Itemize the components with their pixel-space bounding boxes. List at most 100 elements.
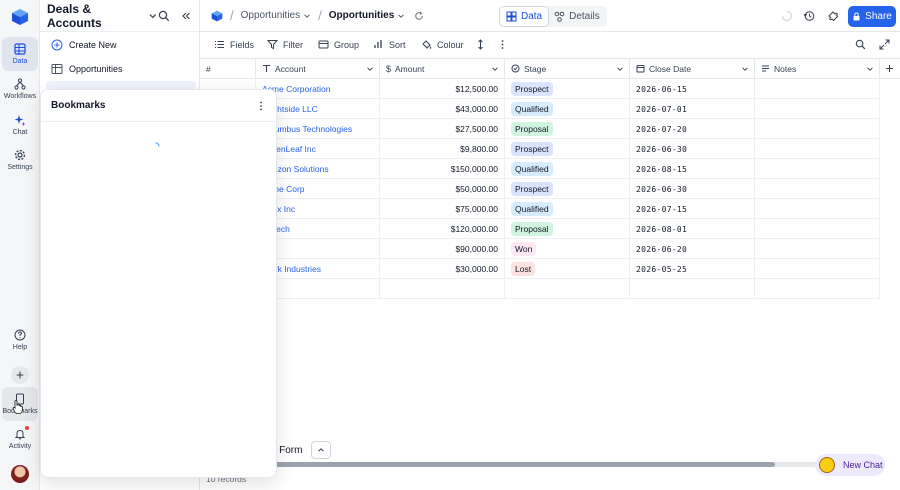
table-row[interactable]: GreenLeaf Inc $9,800.00 Prospect 2026-06-30 — [200, 139, 880, 159]
view-tab-form[interactable]: - Form — [273, 440, 302, 460]
table-row[interactable]: Acme Corporation $12,500.00 Prospect 2026-0… — [200, 79, 880, 99]
chevron-down-icon[interactable] — [616, 65, 624, 73]
table-cell-stage[interactable] — [505, 279, 630, 299]
table-cell-amount[interactable]: $75,000.00 — [380, 199, 505, 219]
table-cell-date[interactable]: 2026-06-30 — [630, 179, 755, 199]
expand-button[interactable] — [879, 39, 895, 50]
table-cell-stage[interactable]: Prospect — [505, 179, 630, 199]
table-row[interactable]: Columbus Technologies $27,500.00 Proposal 2… — [200, 119, 880, 139]
search-icon[interactable] — [158, 10, 170, 22]
table-cell-date[interactable]: 2026-05-25 — [630, 259, 755, 279]
table-cell-notes[interactable] — [755, 159, 880, 179]
table-cell-notes[interactable] — [755, 279, 880, 299]
column-header-stage[interactable]: Stage — [505, 59, 630, 79]
table-row[interactable]: Acme Corp $50,000.00 Prospect 2026-06-30 — [200, 179, 880, 199]
sort-button[interactable]: Sort — [373, 39, 406, 50]
table-cell-notes[interactable] — [755, 99, 880, 119]
table-cell-stage[interactable]: Qualified — [505, 159, 630, 179]
tab-details[interactable]: Details — [548, 7, 606, 26]
chevron-down-icon[interactable] — [741, 65, 749, 73]
rail-item-workflows[interactable]: Workflows — [2, 72, 38, 106]
extensions-icon[interactable] — [827, 10, 839, 22]
tab-data[interactable]: Data — [500, 7, 549, 26]
share-button[interactable]: Share — [848, 6, 896, 27]
table-cell-date[interactable]: 2026-06-30 — [630, 139, 755, 159]
column-header-amount[interactable]: $ Amount — [380, 59, 505, 79]
table-cell-notes[interactable] — [755, 179, 880, 199]
table-cell-notes[interactable] — [755, 259, 880, 279]
refresh-icon[interactable] — [414, 11, 424, 21]
table-cell-stage[interactable]: Lost — [505, 259, 630, 279]
row-height-button[interactable] — [475, 39, 491, 50]
more-vertical-icon[interactable] — [256, 101, 266, 111]
collapse-icon[interactable] — [180, 10, 192, 22]
colour-button[interactable]: Colour — [421, 39, 464, 50]
table-row[interactable]: Apex Inc $75,000.00 Qualified 2026-07-15 — [200, 199, 880, 219]
table-cell-notes[interactable] — [755, 199, 880, 219]
table-cell-notes[interactable] — [755, 219, 880, 239]
chevron-down-icon[interactable] — [491, 65, 499, 73]
table-row[interactable]: Stark Industries $30,000.00 Lost 2026-05-25 — [200, 259, 880, 279]
table-cell-amount[interactable]: $150,000.00 — [380, 159, 505, 179]
table-cell-amount[interactable]: $9,800.00 — [380, 139, 505, 159]
rail-item-activity[interactable]: Activity — [2, 422, 38, 456]
group-button[interactable]: Group — [318, 39, 359, 50]
column-header-close-date[interactable]: Close Date — [630, 59, 755, 79]
filter-button[interactable]: Filter — [267, 39, 303, 50]
table-row[interactable]: Fintech$120,000.00Proposal2026-08-01 — [200, 219, 880, 239]
table-cell-date[interactable]: 2026-07-01 — [630, 99, 755, 119]
workspace-title[interactable]: Deals & Accounts — [47, 2, 144, 30]
add-column-button[interactable] — [880, 59, 900, 79]
rail-item-settings[interactable]: Settings — [2, 143, 38, 177]
horizontal-scrollbar[interactable] — [258, 462, 818, 467]
table-cell-date[interactable]: 2026-06-20 — [630, 239, 755, 259]
column-header-notes[interactable]: Notes — [755, 59, 880, 79]
table-row[interactable]: Horizon Solutions $150,000.00 Qualified 202… — [200, 159, 880, 179]
column-header-account[interactable]: Account — [256, 59, 380, 79]
rail-item-chat[interactable]: Chat — [2, 108, 38, 142]
table-cell-notes[interactable] — [755, 119, 880, 139]
breadcrumb-table[interactable]: Opportunities — [241, 10, 311, 21]
search-records-button[interactable] — [855, 39, 871, 50]
chevron-down-icon[interactable] — [148, 11, 158, 21]
table-cell-amount[interactable]: $50,000.00 — [380, 179, 505, 199]
add-row[interactable] — [200, 279, 880, 299]
table-cell-stage[interactable]: Qualified — [505, 99, 630, 119]
new-chat-button[interactable]: New Chat — [815, 454, 885, 476]
more-options-button[interactable] — [497, 39, 513, 50]
table-cell-date[interactable]: 2026-07-20 — [630, 119, 755, 139]
breadcrumb-view[interactable]: Opportunities — [329, 10, 406, 21]
table-cell-stage[interactable]: Prospect — [505, 79, 630, 99]
table-cell-amount[interactable]: $12,500.00 — [380, 79, 505, 99]
avatar[interactable] — [11, 465, 29, 483]
table-cell-date[interactable]: 2026-08-15 — [630, 159, 755, 179]
table-cell-stage[interactable]: Won — [505, 239, 630, 259]
table-row[interactable]: Brightside LLC $43,000.00 Qualified 2026-07… — [200, 99, 880, 119]
create-new-button[interactable]: Create New — [46, 35, 196, 55]
rail-item-data[interactable]: Data — [2, 37, 38, 71]
table-cell-stage[interactable]: Proposal — [505, 219, 630, 239]
table-cell-notes[interactable] — [755, 79, 880, 99]
table-cell-date[interactable]: 2026-07-15 — [630, 199, 755, 219]
table-cell-notes[interactable] — [755, 139, 880, 159]
table-cell-stage[interactable]: Proposal — [505, 119, 630, 139]
table-cell-amount[interactable]: $90,000.00 — [380, 239, 505, 259]
nav-item-opportunities[interactable]: Opportunities — [46, 59, 196, 79]
table-cell-notes[interactable] — [755, 239, 880, 259]
table-cell-stage[interactable]: Qualified — [505, 199, 630, 219]
table-cell-amount[interactable]: $27,500.00 — [380, 119, 505, 139]
view-tabs-toggle[interactable] — [311, 441, 331, 459]
table-cell-date[interactable] — [630, 279, 755, 299]
history-icon[interactable] — [803, 10, 815, 22]
app-logo-icon[interactable] — [11, 8, 29, 26]
table-cell-amount[interactable]: $120,000.00 — [380, 219, 505, 239]
table-cell-amount[interactable] — [380, 279, 505, 299]
table-cell-amount[interactable]: $30,000.00 — [380, 259, 505, 279]
rail-item-help[interactable]: Help — [2, 323, 38, 357]
chevron-down-icon[interactable] — [866, 65, 874, 73]
chevron-down-icon[interactable] — [366, 65, 374, 73]
scrollbar-thumb[interactable] — [258, 462, 775, 467]
fields-button[interactable]: Fields — [214, 39, 254, 50]
table-cell-stage[interactable]: Prospect — [505, 139, 630, 159]
table-cell-amount[interactable]: $43,000.00 — [380, 99, 505, 119]
